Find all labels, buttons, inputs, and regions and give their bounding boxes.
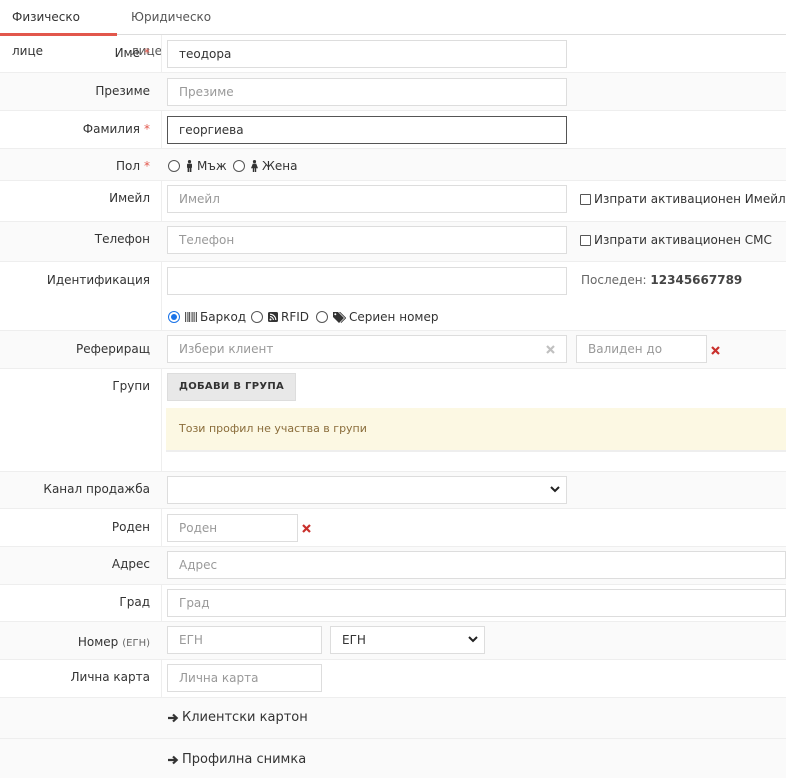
add-to-group-button[interactable]: ДОБАВИ В ГРУПА [167, 373, 297, 401]
email-label: Имейл [109, 191, 150, 205]
tags-icon [333, 311, 346, 323]
gender-row: Пол * Мъж Жена [0, 149, 786, 181]
identification-label: Идентификация [46, 273, 150, 287]
tab-bar: Физическо лице Юридическо лице [0, 0, 786, 58]
middle-name-row: Презиме Презиме [0, 73, 786, 111]
required-marker: * [144, 159, 150, 173]
send-activation-sms[interactable]: Изпрати активационен СМС [580, 233, 772, 247]
send-activation-email[interactable]: Изпрати активационен Имейл [580, 192, 786, 206]
birth-label: Роден [111, 520, 150, 534]
id-type-rfid-radio[interactable] [251, 311, 263, 323]
sales-channel-label: Канал продажба [43, 482, 150, 496]
required-marker: * [144, 46, 150, 60]
middle-name-input[interactable]: Презиме [167, 78, 567, 106]
valid-until-input[interactable]: Валиден до [576, 335, 707, 363]
male-icon [187, 160, 192, 172]
send-activation-email-checkbox[interactable] [580, 193, 591, 205]
first-name-label: Име * [114, 46, 150, 60]
number-row: Номер (ЕГН) ЕГН ЕГН [0, 622, 786, 660]
city-row: Град Град [0, 585, 786, 622]
client-card-section-toggle[interactable]: Клиентски картон [168, 710, 308, 725]
rfid-icon [268, 312, 278, 322]
id-type-rfid[interactable]: RFID [251, 310, 309, 324]
number-label: Номер (ЕГН) [77, 635, 150, 649]
first-name-row: Име * теодора [0, 35, 786, 73]
number-type-select[interactable]: ЕГН [330, 626, 485, 654]
identification-row: Идентификация Последен: 12345667789 Барк… [0, 262, 786, 331]
gender-male-radio[interactable] [168, 160, 180, 172]
referrer-row: Рефериращ Избери клиент Валиден до [0, 331, 786, 369]
email-input[interactable]: Имейл [167, 185, 567, 213]
id-type-barcode-radio[interactable] [168, 311, 180, 323]
send-activation-sms-checkbox[interactable] [580, 234, 591, 246]
tab-individual[interactable]: Физическо лице [0, 0, 117, 58]
phone-row: Телефон Телефон Изпрати активационен СМС [0, 222, 786, 262]
profile-photo-section-row: Профилна снимка [0, 739, 786, 778]
clear-valid-until-icon[interactable] [711, 346, 720, 355]
id-card-input[interactable]: Лична карта [167, 664, 322, 692]
tab-company[interactable]: Юридическо лице [119, 0, 249, 58]
groups-label: Групи [112, 379, 150, 393]
required-marker: * [144, 122, 150, 136]
client-card-section-row: Клиентски картон [0, 698, 786, 739]
last-name-input[interactable]: георгиева [167, 116, 567, 144]
id-type-barcode[interactable]: Баркод [168, 310, 246, 324]
arrow-right-icon [168, 755, 179, 764]
profile-photo-section-toggle[interactable]: Профилна снимка [168, 752, 306, 767]
birth-date-input[interactable]: Роден [167, 514, 298, 542]
groups-row: Групи ДОБАВИ В ГРУПА Този профил не учас… [0, 369, 786, 472]
referrer-label: Рефериращ [76, 342, 150, 356]
chevron-down-icon [468, 636, 478, 643]
address-label: Адрес [111, 557, 150, 571]
birth-row: Роден Роден [0, 509, 786, 547]
id-type-serial-radio[interactable] [316, 311, 328, 323]
address-row: Адрес Адрес [0, 547, 786, 585]
middle-name-label: Презиме [95, 84, 150, 98]
no-groups-notice: Този профил не участва в групи [166, 408, 786, 452]
address-input[interactable]: Адрес [167, 551, 786, 579]
egn-input[interactable]: ЕГН [167, 626, 322, 654]
first-name-input[interactable]: теодора [167, 40, 567, 68]
city-label: Град [119, 595, 150, 609]
phone-label: Телефон [94, 232, 150, 246]
arrow-right-icon [168, 713, 179, 722]
female-icon [251, 160, 258, 172]
barcode-icon [185, 312, 197, 322]
gender-female-option[interactable]: Жена [233, 159, 298, 173]
email-row: Имейл Имейл Изпрати активационен Имейл [0, 181, 786, 222]
last-identification: Последен: 12345667789 [581, 273, 743, 287]
gender-label: Пол * [115, 159, 150, 173]
gender-male-option[interactable]: Мъж [168, 159, 227, 173]
id-card-label: Лична карта [70, 670, 151, 684]
id-type-serial[interactable]: Сериен номер [316, 310, 438, 324]
clear-birth-date-icon[interactable] [302, 524, 311, 533]
identification-input[interactable] [167, 267, 567, 295]
phone-input[interactable]: Телефон [167, 226, 567, 254]
gender-female-radio[interactable] [233, 160, 245, 172]
clear-referrer-icon[interactable] [546, 345, 555, 354]
city-input[interactable]: Град [167, 589, 786, 617]
last-name-label: Фамилия * [82, 122, 150, 136]
referrer-select[interactable]: Избери клиент [167, 335, 567, 363]
last-name-row: Фамилия * георгиева [0, 111, 786, 149]
id-card-row: Лична карта Лична карта [0, 660, 786, 698]
sales-channel-select[interactable] [167, 476, 567, 504]
chevron-down-icon [550, 486, 560, 493]
sales-channel-row: Канал продажба [0, 472, 786, 509]
